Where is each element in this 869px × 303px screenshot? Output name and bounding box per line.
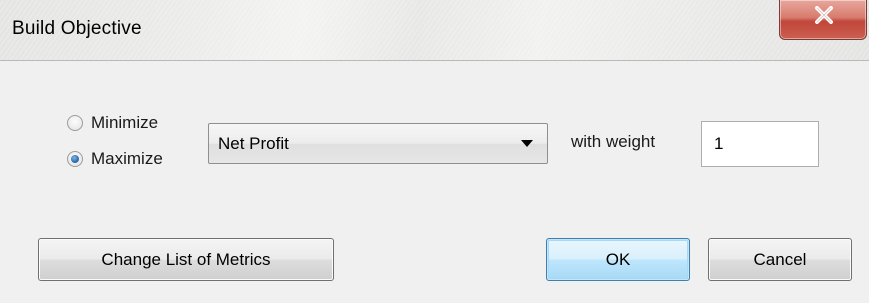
- minimize-label[interactable]: Minimize: [91, 113, 158, 133]
- build-objective-dialog: Build Objective Minimize Maximize Net Pr…: [0, 0, 869, 303]
- chevron-down-icon[interactable]: [521, 140, 533, 147]
- close-button[interactable]: [779, 0, 867, 40]
- minimize-option[interactable]: Minimize: [67, 113, 158, 133]
- title-bar[interactable]: Build Objective: [0, 0, 869, 60]
- minimize-radio[interactable]: [67, 115, 83, 131]
- change-list-of-metrics-button[interactable]: Change List of Metrics: [38, 238, 334, 281]
- weight-input[interactable]: [701, 121, 819, 167]
- ok-button[interactable]: OK: [546, 238, 690, 281]
- maximize-option[interactable]: Maximize: [67, 149, 163, 169]
- cancel-button[interactable]: Cancel: [708, 238, 852, 281]
- metric-dropdown-value: Net Profit: [218, 134, 289, 153]
- maximize-radio[interactable]: [67, 151, 83, 167]
- metric-dropdown[interactable]: Net Profit: [208, 123, 548, 164]
- weight-label: with weight: [571, 132, 656, 151]
- maximize-label[interactable]: Maximize: [91, 149, 163, 169]
- close-icon: [815, 6, 833, 24]
- window-title: Build Objective: [12, 18, 142, 39]
